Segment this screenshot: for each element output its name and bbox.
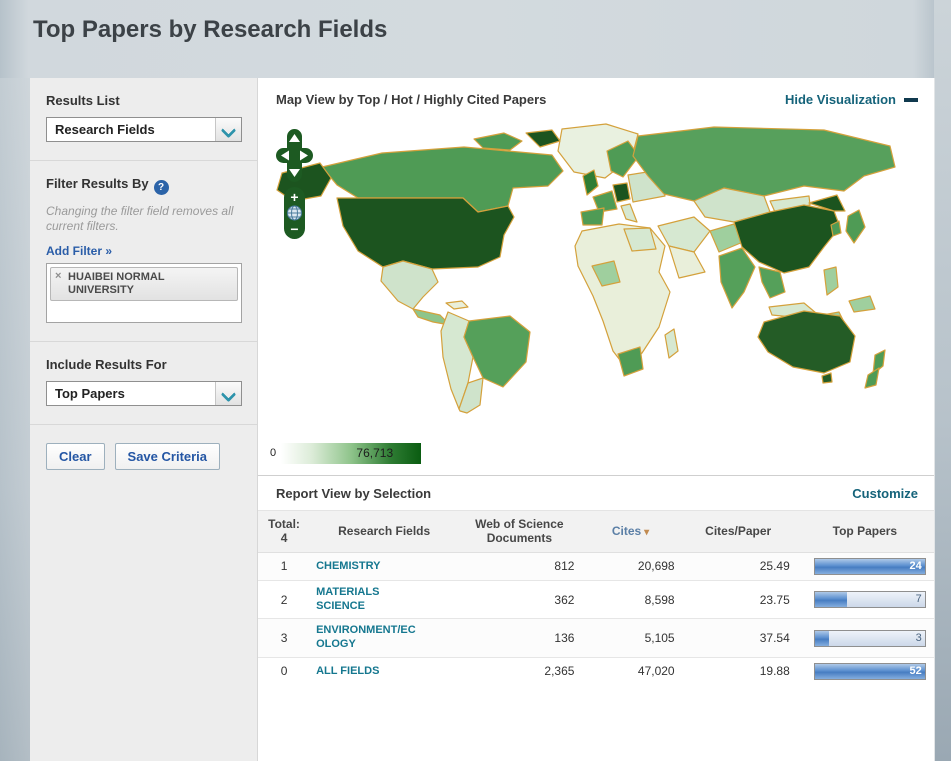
content-panel: Results List Research Fields Filter Resu… <box>30 78 935 761</box>
top-papers-value: 24 <box>909 559 922 572</box>
top-papers-value: 52 <box>909 664 922 677</box>
wos-documents-cell: 2,365 <box>458 656 581 685</box>
page-title: Top Papers by Research Fields <box>33 16 388 43</box>
world-map-visualization: + − <box>264 117 928 435</box>
top-papers-bar: 24 <box>813 557 926 575</box>
legend-gradient-bar: 76,713 <box>281 442 422 464</box>
sidebar-buttons: Clear Save Criteria <box>30 425 257 488</box>
map-legend: 0 76,713 <box>270 441 934 465</box>
table-row: 1 CHEMISTRY 812 20,698 25.49 24 <box>258 551 934 581</box>
filter-tag[interactable]: × HUAIBEI NORMAL UNIVERSITY <box>50 267 238 302</box>
chevron-down-icon[interactable] <box>215 118 241 141</box>
map-controls: + − <box>276 129 316 244</box>
research-field-link[interactable]: CHEMISTRY <box>316 560 380 574</box>
results-list-selected-value: Research Fields <box>55 122 155 137</box>
results-list-label: Results List <box>46 93 120 108</box>
top-papers-value: 7 <box>915 593 922 606</box>
hide-visualization-label: Hide Visualization <box>784 92 896 107</box>
pan-control[interactable] <box>276 129 313 182</box>
cites-cell: 47,020 <box>580 656 681 685</box>
cites-cell: 5,105 <box>580 618 681 658</box>
left-edge-shade <box>0 78 30 761</box>
cites-per-paper-cell: 23.75 <box>680 579 796 619</box>
report-section: Report View by Selection Customize Total… <box>258 475 934 685</box>
cites-per-paper-cell: 19.88 <box>680 656 796 685</box>
cites-label: Cites <box>611 523 642 538</box>
column-header-top-papers[interactable]: Top Papers <box>795 511 934 553</box>
clear-button[interactable]: Clear <box>46 443 105 470</box>
include-results-select[interactable]: Top Papers <box>46 381 242 406</box>
include-results-section: Include Results For Top Papers <box>30 342 257 425</box>
rank-cell: 3 <box>258 618 311 658</box>
wos-documents-cell: 362 <box>458 579 581 619</box>
top-papers-bar: 7 <box>813 591 926 609</box>
wos-documents-cell: 136 <box>458 618 581 658</box>
cites-per-paper-cell: 37.54 <box>680 618 796 658</box>
zoom-out-button[interactable]: − <box>290 221 298 237</box>
save-criteria-button[interactable]: Save Criteria <box>114 443 221 470</box>
research-field-link[interactable]: ENVIRONMENT/ECOLOGY <box>316 624 420 652</box>
total-label: Total: <box>268 517 300 531</box>
zoom-control[interactable]: + − <box>284 187 305 239</box>
map-countries[interactable] <box>276 123 896 414</box>
column-header-cites-per-paper[interactable]: Cites/Paper <box>680 511 796 553</box>
zoom-in-button[interactable]: + <box>290 189 298 205</box>
total-count: 4 <box>280 531 288 546</box>
report-table: Total: 4 Research Fields Web of Science … <box>258 511 934 685</box>
table-row: 2 MATERIALS SCIENCE 362 8,598 23.75 7 <box>258 579 934 619</box>
cites-cell: 8,598 <box>580 579 681 619</box>
filter-section: Filter Results By? Changing the filter f… <box>30 161 257 342</box>
rank-cell: 0 <box>258 656 311 685</box>
results-list-select[interactable]: Research Fields <box>46 117 242 142</box>
sidebar: Results List Research Fields Filter Resu… <box>30 78 258 761</box>
sort-desc-icon: ▾ <box>644 526 650 538</box>
column-header-wos-documents[interactable]: Web of Science Documents <box>458 511 581 553</box>
include-results-label: Include Results For <box>46 357 167 372</box>
rank-cell: 1 <box>258 551 311 581</box>
report-title: Report View by Selection <box>276 486 432 501</box>
map-section-title: Map View by Top / Hot / Highly Cited Pap… <box>276 92 547 107</box>
chevron-down-icon[interactable] <box>215 382 241 405</box>
column-header-cites[interactable]: Cites ▾ <box>580 511 681 553</box>
customize-link[interactable]: Customize <box>852 486 918 501</box>
filter-results-label: Filter Results By? <box>46 176 241 195</box>
include-results-selected-value: Top Papers <box>55 386 125 401</box>
legend-max-value: 76,713 <box>356 445 394 460</box>
top-papers-bar: 52 <box>813 662 926 680</box>
close-icon[interactable]: × <box>55 270 61 283</box>
wos-documents-cell: 812 <box>458 551 581 581</box>
cites-cell: 20,698 <box>580 551 681 581</box>
results-list-section: Results List Research Fields <box>30 78 257 161</box>
map-section-header: Map View by Top / Hot / Highly Cited Pap… <box>258 78 934 115</box>
top-papers-value: 3 <box>915 631 922 644</box>
table-row: 3 ENVIRONMENT/ECOLOGY 136 5,105 37.54 3 <box>258 618 934 658</box>
research-field-link[interactable]: ALL FIELDS <box>316 665 379 679</box>
filter-tag-label: HUAIBEI NORMAL UNIVERSITY <box>68 271 165 297</box>
rank-cell: 2 <box>258 579 311 619</box>
hide-visualization-link[interactable]: Hide Visualization <box>785 92 918 107</box>
legend-min-value: 0 <box>270 447 277 459</box>
main-panel: Map View by Top / Hot / Highly Cited Pap… <box>258 78 935 761</box>
add-filter-link[interactable]: Add Filter » <box>46 244 112 258</box>
column-header-research-fields[interactable]: Research Fields <box>310 511 459 553</box>
world-map[interactable] <box>264 117 926 417</box>
top-papers-bar: 3 <box>813 629 926 647</box>
active-filters-box: × HUAIBEI NORMAL UNIVERSITY <box>46 263 242 323</box>
right-edge-shade <box>934 0 951 761</box>
filter-results-label-text: Filter Results By <box>46 176 149 191</box>
question-icon[interactable]: ? <box>153 180 169 195</box>
table-row: 0 ALL FIELDS 2,365 47,020 19.88 52 <box>258 656 934 685</box>
minus-icon[interactable] <box>904 97 918 102</box>
table-header-row: Total: 4 Research Fields Web of Science … <box>258 511 934 553</box>
cites-per-paper-cell: 25.49 <box>680 551 796 581</box>
report-header: Report View by Selection Customize <box>258 476 934 511</box>
column-header-total: Total: 4 <box>258 511 311 553</box>
research-field-link[interactable]: MATERIALS SCIENCE <box>316 586 420 614</box>
filter-note: Changing the filter field removes all cu… <box>46 204 234 233</box>
